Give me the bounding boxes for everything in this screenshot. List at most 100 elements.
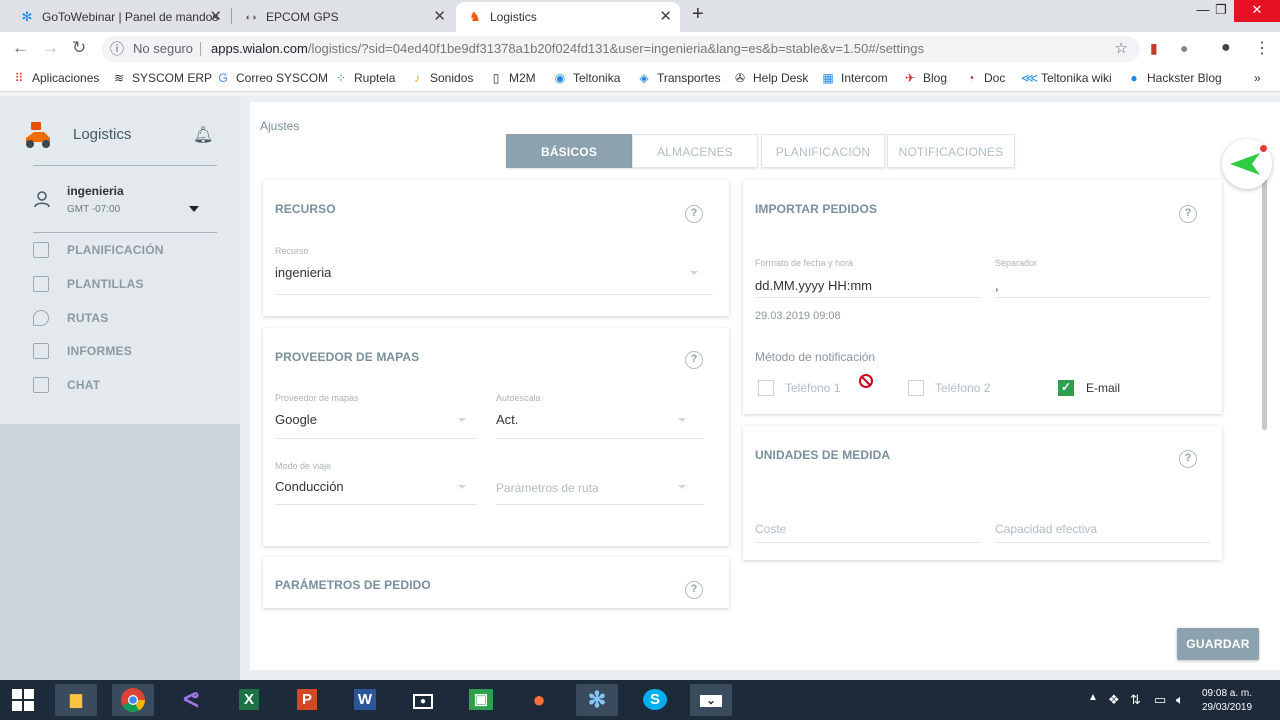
bookmark-star-icon[interactable]: ☆ xyxy=(1115,36,1128,62)
chevron-down-icon[interactable] xyxy=(458,485,466,489)
tab-epcom-gps[interactable]: ◐◑ EPCOM GPS ✕ xyxy=(232,2,454,32)
help-icon[interactable]: ? xyxy=(1179,205,1197,223)
bookmark-blog[interactable]: ✈ Blog xyxy=(903,71,947,85)
bookmark-label: Correo SYSCOM xyxy=(236,71,329,85)
sidebar-item-label: CHAT xyxy=(67,378,101,392)
field-label: Formato de fecha y hora xyxy=(755,258,854,268)
cost-input[interactable]: Coste xyxy=(755,522,786,536)
bookmark-hackster-blog[interactable]: ● Hackster Blog xyxy=(1127,71,1221,85)
recurso-select[interactable]: ingenieria xyxy=(275,265,331,280)
help-icon[interactable]: ? xyxy=(685,205,703,223)
new-tab-button[interactable]: + xyxy=(692,3,704,26)
chevron-down-icon[interactable] xyxy=(678,485,686,489)
bookmark-aplicaciones[interactable]: ⠿ Aplicaciones xyxy=(12,71,100,85)
dropbox-icon[interactable]: ❖ xyxy=(1108,692,1120,708)
firefox-icon[interactable]: ● xyxy=(518,684,560,716)
powerpoint-icon[interactable]: P xyxy=(286,684,328,716)
store-icon[interactable]: ▣ xyxy=(460,684,502,716)
settings-page: Ajustes BÁSICOS ALMACENES PLANIFICACIÓN … xyxy=(250,102,1280,670)
back-icon[interactable]: ← xyxy=(12,38,29,58)
system-clock[interactable]: 09:08 a. m. 29/03/2019 xyxy=(1196,687,1258,715)
card-title: IMPORTAR PEDIDOS xyxy=(755,202,878,216)
bookmark-teltonika[interactable]: ◉ Teltonika xyxy=(553,71,621,85)
account-icon[interactable]: ● xyxy=(1221,39,1231,57)
close-tab-icon[interactable]: ✕ xyxy=(433,2,446,32)
visual-studio-icon[interactable]: ᕙ xyxy=(170,684,212,716)
separator-input[interactable]: , xyxy=(995,278,999,293)
chrome-icon[interactable] xyxy=(112,684,154,716)
bookmark-transportes[interactable]: ◈ Transportes xyxy=(637,71,720,85)
bell-icon[interactable]: 🔔︎ xyxy=(193,125,213,145)
bookmark-help-desk[interactable]: ✇ Help Desk xyxy=(733,71,808,85)
close-tab-icon[interactable]: ✕ xyxy=(209,2,222,32)
excel-icon[interactable]: X xyxy=(228,684,270,716)
menu-dots-icon[interactable]: ⋮ xyxy=(1254,38,1270,58)
bookmark-sonidos[interactable]: ♪ Sonidos xyxy=(410,71,473,85)
logistics-app: Logistics 🔔︎ ingenieria GMT -07:00 PLANI… xyxy=(0,96,1280,680)
bookmark-doc[interactable]: ◔ Doc xyxy=(964,71,1005,85)
url-text[interactable]: apps.wialon.com/logistics/?sid=04ed40f1b… xyxy=(211,36,924,62)
reload-icon[interactable]: ↻ xyxy=(72,38,86,58)
bookmark-syscom-erp[interactable]: ≋ SYSCOM ERP xyxy=(112,71,212,85)
user-name[interactable]: ingenieria xyxy=(67,184,124,198)
bookmark-teltonika-wiki[interactable]: ⋘ Teltonika wiki xyxy=(1021,71,1112,85)
help-icon[interactable]: ? xyxy=(685,351,703,369)
omnibox[interactable]: ⓘ No seguro apps.wialon.com/logistics/?s… xyxy=(102,36,1140,62)
bookmark-correo-syscom[interactable]: G Correo SYSCOM xyxy=(216,71,328,85)
word-icon[interactable]: W xyxy=(344,684,386,716)
map-provider-select[interactable]: Google xyxy=(275,412,317,427)
tab-logistics[interactable]: ♞ Logistics ✕ xyxy=(456,2,680,32)
route-params-select[interactable]: Parámetros de ruta xyxy=(496,481,599,495)
bookmark-m2m[interactable]: ▯ M2M xyxy=(489,71,536,85)
bookmarks-more-button[interactable]: » xyxy=(1254,71,1261,85)
scrollbar[interactable] xyxy=(1262,174,1267,430)
travel-mode-select[interactable]: Conducción xyxy=(275,479,344,494)
tab-notificaciones[interactable]: NOTIFICACIONES xyxy=(887,134,1015,168)
chevron-down-icon[interactable] xyxy=(690,271,698,275)
forward-icon[interactable]: → xyxy=(42,38,59,58)
autoscale-select[interactable]: Act. xyxy=(496,412,518,427)
security-label[interactable]: No seguro xyxy=(133,36,193,62)
file-explorer-icon[interactable]: ▆ xyxy=(55,684,97,716)
close-window-icon[interactable]: ✕ xyxy=(1234,0,1280,22)
skype-icon[interactable]: S xyxy=(634,684,676,716)
tab-basicos[interactable]: BÁSICOS xyxy=(506,134,632,168)
tab-title: Logistics xyxy=(490,10,537,24)
power-icon[interactable]: ▭ xyxy=(1154,692,1166,708)
help-icon[interactable]: ? xyxy=(1179,450,1197,468)
network-icon[interactable]: ⇅ xyxy=(1130,692,1141,708)
download-icon[interactable]: ⌄ xyxy=(690,684,732,716)
navigation-arrow-button[interactable] xyxy=(1222,139,1272,189)
card-importar-pedidos: IMPORTAR PEDIDOS ? Formato de fecha y ho… xyxy=(743,180,1222,414)
tray-expand-icon[interactable]: ▲ xyxy=(1088,692,1098,703)
gotowebinar-icon[interactable]: ✻ xyxy=(576,684,618,716)
chevron-down-icon[interactable] xyxy=(458,418,466,422)
phone1-checkbox[interactable] xyxy=(758,380,774,396)
close-tab-icon[interactable]: ✕ xyxy=(659,2,672,32)
pdf-extension-icon[interactable]: ▮ xyxy=(1150,40,1158,57)
restore-icon[interactable]: ❐ xyxy=(1204,0,1238,22)
chevron-down-icon[interactable] xyxy=(678,418,686,422)
tab-almacenes[interactable]: ALMACENES xyxy=(632,134,758,168)
help-icon[interactable]: ? xyxy=(685,581,703,599)
extension-circle-icon[interactable]: ● xyxy=(1180,40,1188,56)
user-dropdown-icon[interactable] xyxy=(189,206,199,212)
field-label: Separador xyxy=(995,258,1038,268)
intercom-icon: ▦ xyxy=(822,71,834,85)
save-button[interactable]: GUARDAR xyxy=(1177,628,1259,660)
info-icon[interactable]: ⓘ xyxy=(110,36,124,62)
capacity-input[interactable]: Capacidad efectiva xyxy=(995,522,1097,536)
bookmark-intercom[interactable]: ▦ Intercom xyxy=(821,71,887,85)
snowflake-icon: ✻ xyxy=(21,9,33,24)
gps-icon: ◐◑ xyxy=(245,12,257,22)
screen-recorder-icon[interactable]: ● xyxy=(402,684,444,716)
volume-icon[interactable]: 🔈︎ xyxy=(1176,692,1184,708)
tab-planificacion[interactable]: PLANIFICACIÓN xyxy=(761,134,885,168)
windows-start-icon[interactable] xyxy=(2,684,44,716)
email-checkbox[interactable]: ✓ xyxy=(1058,380,1074,396)
sidebar-panel: Logistics 🔔︎ ingenieria GMT -07:00 PLANI… xyxy=(0,96,240,424)
tab-gotowebinar[interactable]: ✻ GoToWebinar | Panel de mandos ✕ xyxy=(8,2,230,32)
phone2-checkbox[interactable] xyxy=(908,380,924,396)
date-format-input[interactable]: dd.MM.yyyy HH:mm xyxy=(755,278,872,293)
bookmark-ruptela[interactable]: ⁘ Ruptela xyxy=(334,71,395,85)
